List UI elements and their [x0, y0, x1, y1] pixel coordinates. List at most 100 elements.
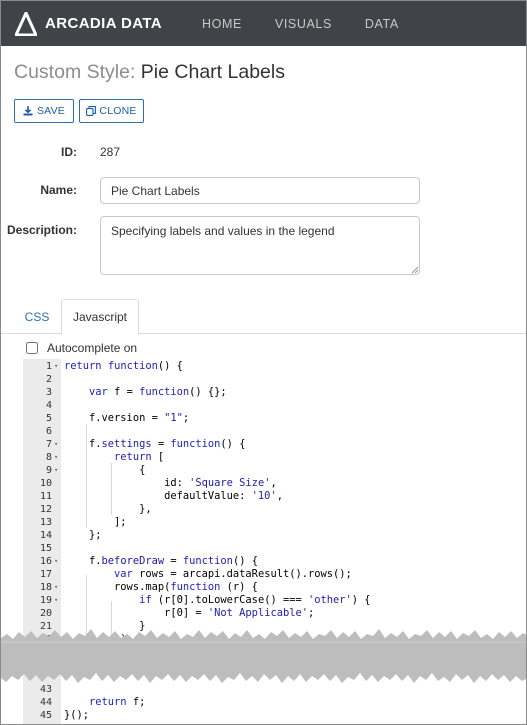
line-number: 8 [45, 452, 52, 463]
line-number: 7 [45, 439, 52, 450]
fold-arrow-icon[interactable]: ▾ [54, 555, 58, 568]
autocomplete-label: Autocomplete on [47, 341, 138, 355]
tab-javascript[interactable]: Javascript [61, 299, 139, 335]
code-text: return function() { [64, 360, 183, 372]
description-label: Description: [6, 223, 77, 237]
code-text: var f = function() {}; [89, 386, 227, 398]
code-line[interactable]: 7 ▾ f.settings = function() { [23, 438, 526, 451]
clone-button-label: CLONE [99, 105, 137, 117]
autocomplete-checkbox[interactable] [26, 342, 38, 354]
code-line[interactable]: 8 ▾ return [ [23, 451, 526, 464]
line-number: 13 [39, 517, 52, 528]
code-line[interactable]: 3 var f = function() {}; [23, 386, 526, 399]
code-line[interactable]: 13 ]; [23, 516, 526, 529]
fold-arrow-icon[interactable]: ▾ [54, 360, 58, 373]
description-field-value: Specifying labels and values in the lege… [111, 224, 335, 238]
code-line[interactable]: 2 [23, 373, 526, 386]
code-line[interactable]: 14 }; [23, 529, 526, 542]
name-label: Name: [40, 183, 77, 197]
brand-logo[interactable]: ARCADIA DATA [15, 11, 163, 36]
code-text: f.settings = function() { [64, 438, 246, 450]
nav-data[interactable]: DATA [365, 17, 399, 31]
page-title: Custom Style: Pie Chart Labels [14, 61, 285, 84]
line-number: 15 [39, 543, 52, 554]
code-line[interactable]: 1 ▾ return function() { [23, 360, 526, 373]
clone-button[interactable]: CLONE [79, 99, 144, 123]
brand-name: ARCADIA DATA [45, 15, 163, 32]
code-text: var rows = arcapi.dataResult().rows(); [114, 568, 352, 580]
code-line[interactable]: 44 return f; [23, 696, 526, 709]
code-line[interactable]: 17 var rows = arcapi.dataResult().rows()… [23, 568, 526, 581]
line-number: 45 [39, 710, 52, 721]
nav-home[interactable]: HOME [202, 17, 242, 31]
line-number: 18 [39, 582, 52, 593]
main-nav: HOME VISUALS DATA [202, 1, 432, 46]
fold-arrow-icon[interactable]: ▾ [54, 464, 58, 477]
id-value: 287 [100, 145, 121, 159]
fold-arrow-icon[interactable]: ▾ [54, 438, 58, 451]
code-text: id: 'Square Size', [64, 477, 277, 489]
code-line[interactable]: 4 [23, 399, 526, 412]
code-text: if (r[0].toLowerCase() === 'other') { [139, 594, 371, 606]
code-text: defaultValue: '10', [64, 490, 283, 502]
code-text: r[0] = 'Not Applicable'; [64, 607, 315, 619]
line-number: 9 [45, 465, 52, 476]
name-field-value: Pie Chart Labels [111, 184, 200, 198]
code-line[interactable]: 20 r[0] = 'Not Applicable'; [23, 607, 526, 620]
code-text: }; [64, 529, 102, 541]
app-window: ARCADIA DATA HOME VISUALS DATA Custom St… [0, 0, 527, 725]
top-navbar: ARCADIA DATA HOME VISUALS DATA [1, 1, 526, 46]
code-text: f.beforeDraw = function() { [64, 555, 258, 567]
code-text: { [64, 464, 146, 476]
line-number: 5 [45, 413, 52, 424]
line-number: 2 [45, 374, 52, 385]
line-number: 14 [39, 530, 52, 541]
name-field[interactable]: Pie Chart Labels [100, 177, 420, 204]
line-number: 19 [39, 595, 52, 606]
page-title-prefix: Custom Style: [14, 61, 136, 83]
code-text: }, [64, 503, 152, 515]
id-label: ID: [61, 145, 77, 159]
line-number: 1 [45, 361, 52, 372]
code-line[interactable]: 12 }, [23, 503, 526, 516]
code-line[interactable]: 19 ▾ if (r[0].toLowerCase() === 'other') … [23, 594, 526, 607]
save-button-label: SAVE [36, 105, 66, 117]
fold-arrow-icon[interactable]: ▾ [54, 581, 58, 594]
line-number: 44 [39, 697, 52, 708]
code-line[interactable]: 15 [23, 542, 526, 555]
line-number: 20 [39, 608, 52, 619]
line-number: 6 [45, 426, 52, 437]
resize-grip-icon[interactable] [410, 265, 419, 274]
line-number: 16 [39, 556, 52, 567]
tab-css[interactable]: CSS [14, 299, 60, 334]
code-line[interactable]: 16 ▾ f.beforeDraw = function() { [23, 555, 526, 568]
line-number: 4 [45, 400, 52, 411]
code-text: return f; [89, 696, 146, 708]
code-line[interactable]: 9 ▾ { [23, 464, 526, 477]
line-number: 3 [45, 387, 52, 398]
line-number: 12 [39, 504, 52, 515]
save-icon [23, 106, 33, 116]
code-line[interactable]: 5 f.version = "1"; [23, 412, 526, 425]
save-button[interactable]: SAVE [14, 99, 74, 123]
code-line[interactable]: 6 [23, 425, 526, 438]
line-number: 10 [39, 478, 52, 489]
code-line[interactable]: 10 id: 'Square Size', [23, 477, 526, 490]
code-line[interactable]: 11 defaultValue: '10', [23, 490, 526, 503]
code-text: ]; [64, 516, 127, 528]
code-text: rows.map(function (r) { [64, 581, 258, 593]
nav-visuals[interactable]: VISUALS [275, 17, 332, 31]
fold-arrow-icon[interactable]: ▾ [54, 594, 58, 607]
code-text: f.version = "1"; [64, 412, 190, 424]
autocomplete-toggle[interactable]: Autocomplete on [26, 341, 137, 355]
arcadia-logo-icon [15, 11, 37, 36]
fold-arrow-icon[interactable]: ▾ [54, 451, 58, 464]
torn-edge-overlay [1, 629, 526, 683]
line-number: 11 [39, 491, 52, 502]
description-field[interactable]: Specifying labels and values in the lege… [100, 216, 420, 275]
code-text: }(); [64, 709, 90, 721]
code-text: return [ [114, 451, 165, 463]
line-number: 17 [39, 569, 52, 580]
code-line[interactable]: 45 }(); [23, 709, 526, 722]
code-line[interactable]: 18 ▾ rows.map(function (r) { [23, 581, 526, 594]
